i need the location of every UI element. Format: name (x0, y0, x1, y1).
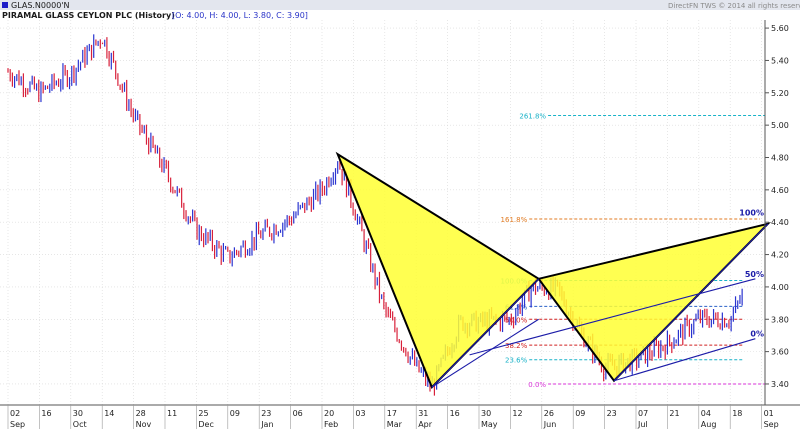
x-tick-day-label: 17 (387, 409, 397, 418)
x-tick-month-label: Mar (387, 420, 403, 429)
y-tick-label: 4.60 (771, 186, 789, 195)
x-tick-day-label: 16 (450, 409, 460, 418)
price-chart[interactable]: GLAS.N0000'N DirectFN TWS © 2014 all rig… (0, 0, 800, 429)
x-tick-day-label: 01 (764, 409, 774, 418)
y-tick-label: 4.80 (771, 154, 789, 163)
projection-label: 100% (739, 208, 764, 217)
x-tick-day-label: 02 (10, 409, 20, 418)
fib-level-label: 23.6% (505, 357, 528, 365)
x-tick-day-label: 07 (638, 409, 648, 418)
x-tick-month-label: Oct (73, 420, 87, 429)
x-tick-day-label: 23 (607, 409, 617, 418)
x-tick-day-label: 16 (41, 409, 51, 418)
title-row: PIRAMAL GLASS CEYLON PLC (History) [O: 4… (2, 11, 308, 20)
projection-label: 0% (750, 330, 764, 339)
x-tick-month-label: Aug (701, 420, 717, 429)
x-tick-day-label: 30 (481, 409, 491, 418)
x-tick-day-label: 23 (261, 409, 271, 418)
x-tick-month-label: Feb (324, 420, 338, 429)
x-tick-month-label: Sep (764, 420, 779, 429)
chart-title: PIRAMAL GLASS CEYLON PLC (History) (2, 11, 175, 20)
x-tick-month-label: Jun (543, 420, 557, 429)
watermark-text: DirectFN TWS © 2014 all rights reserved (668, 2, 800, 10)
fib-level-label: 161.8% (501, 216, 528, 224)
y-tick-label: 3.60 (771, 348, 789, 357)
chart-window: GLAS.N0000'N DirectFN TWS © 2014 all rig… (0, 0, 800, 429)
x-tick-day-label: 18 (732, 409, 742, 418)
x-tick-day-label: 09 (230, 409, 240, 418)
y-tick-label: 4.20 (771, 251, 789, 260)
x-tick-month-label: Sep (10, 420, 25, 429)
x-tick-day-label: 30 (73, 409, 83, 418)
x-tick-month-label: Nov (136, 420, 152, 429)
y-tick-label: 5.00 (771, 121, 789, 130)
x-tick-month-label: Dec (198, 420, 213, 429)
x-tick-day-label: 28 (136, 409, 146, 418)
projection-label: 50% (745, 270, 764, 279)
title-bar: GLAS.N0000'N DirectFN TWS © 2014 all rig… (0, 0, 800, 10)
fib-level-label: 38.2% (505, 342, 528, 350)
y-tick-label: 4.40 (771, 218, 789, 227)
x-tick-day-label: 06 (293, 409, 303, 418)
x-tick-day-label: 03 (355, 409, 365, 418)
x-tick-day-label: 31 (418, 409, 428, 418)
window-icon (2, 2, 8, 8)
x-tick-day-label: 25 (198, 409, 208, 418)
x-tick-day-label: 11 (167, 409, 177, 418)
y-tick-label: 3.80 (771, 315, 789, 324)
y-tick-label: 5.60 (771, 24, 789, 33)
x-tick-month-label: Jul (637, 420, 648, 429)
y-tick-label: 4.00 (771, 283, 789, 292)
x-tick-day-label: 12 (512, 409, 522, 418)
y-tick-label: 5.40 (771, 56, 789, 65)
x-tick-day-label: 26 (544, 409, 554, 418)
x-tick-day-label: 21 (669, 409, 679, 418)
y-tick-label: 3.40 (771, 380, 789, 389)
x-tick-day-label: 14 (104, 409, 114, 418)
x-tick-day-label: 09 (575, 409, 585, 418)
fib-level-label: 261.8% (519, 112, 546, 120)
fib-level-label: 0.0% (528, 381, 546, 389)
x-tick-day-label: 04 (701, 409, 711, 418)
x-tick-day-label: 20 (324, 409, 334, 418)
y-tick-label: 5.20 (771, 89, 789, 98)
x-tick-month-label: Apr (418, 420, 433, 429)
symbol-label: GLAS.N0000'N (11, 1, 69, 10)
x-tick-month-label: Jan (260, 420, 273, 429)
x-tick-month-label: May (481, 420, 498, 429)
ohlc-readout: [O: 4.00, H: 4.00, L: 3.80, C: 3.90] (172, 11, 308, 20)
